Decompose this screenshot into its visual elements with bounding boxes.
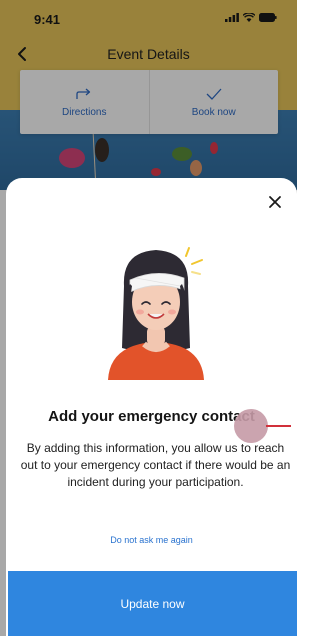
close-icon[interactable] xyxy=(267,194,283,210)
touch-indicator xyxy=(234,409,268,443)
phone-screen: 9:41 Event Details Directions Book now A… xyxy=(0,0,297,636)
modal-body-text: By adding this information, you allow us… xyxy=(20,441,291,489)
touch-trail xyxy=(266,425,291,427)
injured-person-illustration xyxy=(108,247,204,380)
emergency-contact-modal: Add your emergency contact By adding thi… xyxy=(6,178,297,636)
update-now-button[interactable]: Update now xyxy=(8,571,297,636)
do-not-ask-again-link[interactable]: Do not ask me again xyxy=(6,535,297,545)
update-now-label: Update now xyxy=(120,596,185,611)
